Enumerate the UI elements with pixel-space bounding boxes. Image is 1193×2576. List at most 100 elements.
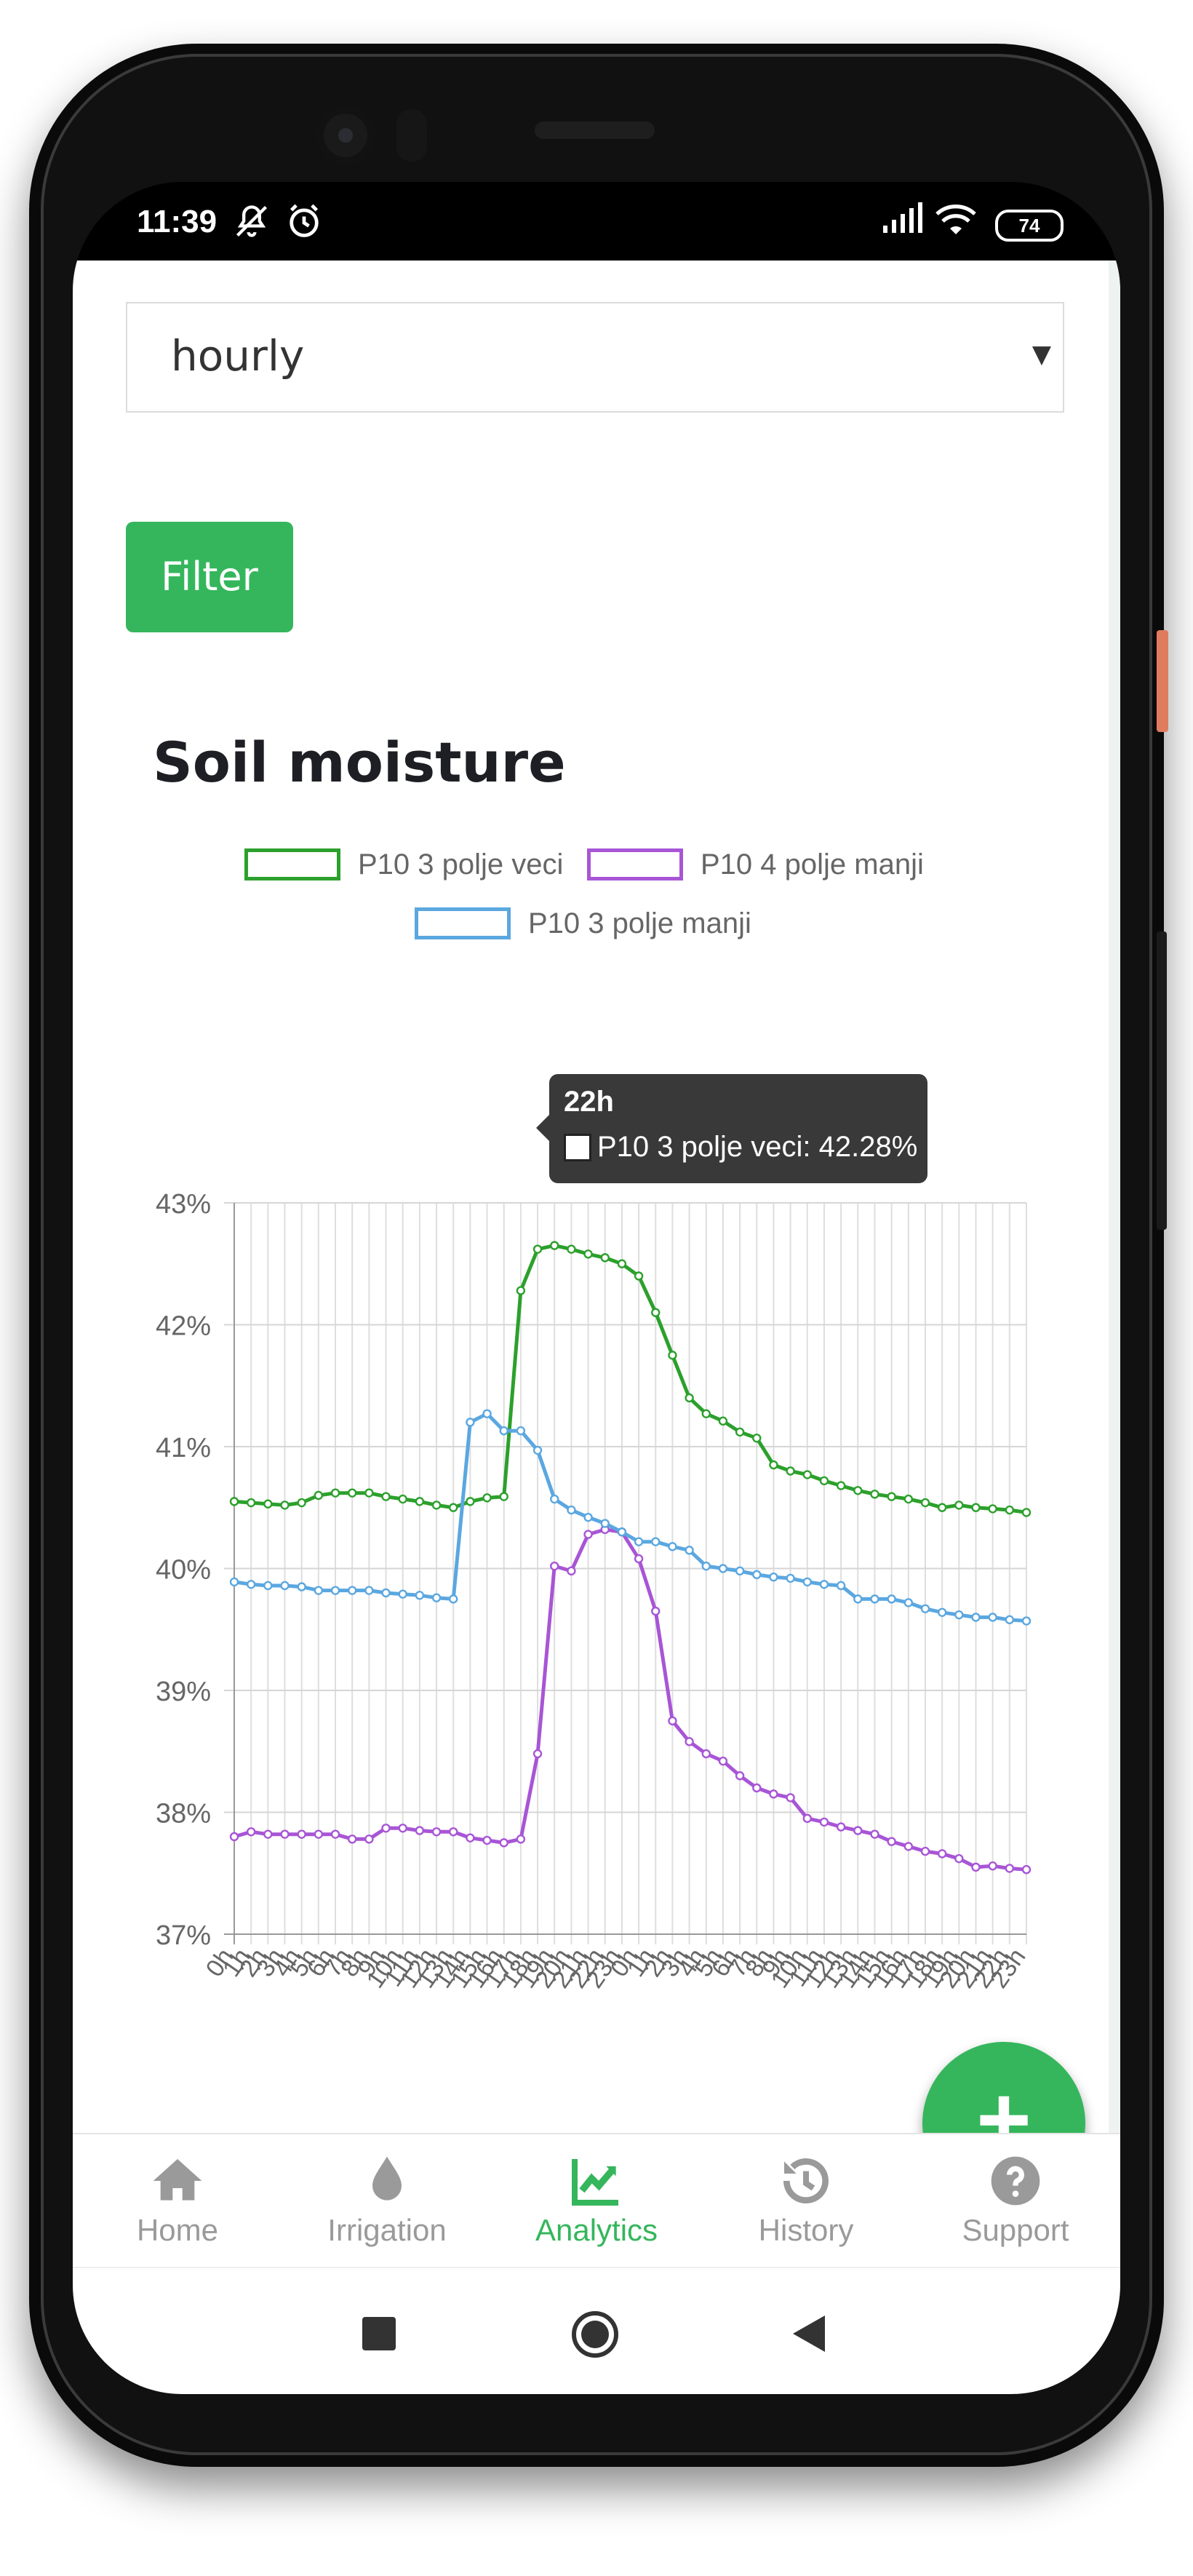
tooltip-text: P10 3 polje veci: 42.28% [597,1131,918,1163]
legend-swatch-series-2[interactable] [587,848,683,880]
series-3-point [668,1542,677,1551]
series-2-point [499,1838,508,1848]
interval-select[interactable]: hourly ▼ [126,302,1064,413]
y-tick-label: 39% [156,1677,211,1707]
x-tick-label: 9h [757,1944,795,1982]
series-line-1 [234,1244,1027,1514]
series-3-point [398,1589,407,1599]
series-2-point [280,1829,290,1839]
x-tick-label: 10h [362,1944,408,1993]
nav-item-analytics[interactable]: Analytics [492,2134,701,2268]
series-3-point [229,1577,239,1587]
series-1-point [415,1497,425,1506]
tooltip-arrow [536,1115,549,1141]
x-tick-label: 18h [496,1944,543,1993]
nav-item-history[interactable]: History [701,2134,911,2268]
series-2-point [971,1862,981,1872]
filter-button[interactable]: Filter [126,522,293,632]
x-tick-label: 22h [564,1944,610,1993]
screen: 11:39 74 hourly ▼ Filter Soil moisture P… [73,182,1120,2394]
series-1-point [398,1494,407,1504]
x-tick-label: 10h [766,1944,813,1993]
x-tick-label: 12h [799,1944,846,1993]
series-3-point [499,1426,508,1436]
series-2-point [937,1849,947,1859]
series-3-point [651,1537,661,1546]
wifi-icon [935,202,976,245]
series-3-point [246,1580,256,1589]
series-1-point [718,1416,728,1426]
x-tick-label: 0h [201,1944,239,1982]
series-1-point [246,1498,256,1508]
nav-item-irrigation[interactable]: Irrigation [282,2134,492,2268]
series-1-point [1021,1508,1032,1517]
x-tick-label: 15h [445,1944,492,1993]
series-3-point [1005,1615,1015,1625]
series-2-point [381,1824,391,1833]
series-2-point [701,1749,711,1759]
system-nav-bar [73,2267,1120,2394]
series-1-point [651,1308,661,1317]
series-3-point [583,1512,593,1522]
earpiece-speaker [535,122,655,139]
series-3-point [802,1577,812,1587]
series-line-2 [234,1527,1027,1872]
x-tick-label: 20h [530,1944,576,1993]
series-3-point [685,1546,694,1555]
nav-label-irrigation: Irrigation [327,2213,447,2247]
water-drop-icon [372,2156,402,2201]
series-2-point [870,1829,879,1839]
series-2-point [246,1827,256,1837]
series-1-point [617,1259,627,1268]
series-3-point [786,1573,795,1583]
series-3-point [449,1594,458,1604]
series-1-point [988,1504,997,1514]
back-icon[interactable] [793,2315,825,2352]
series-2-point [297,1829,306,1839]
series-2-point [1005,1864,1015,1873]
legend-swatch-series-1[interactable] [244,848,340,880]
x-tick-label: 6h [302,1944,340,1982]
series-3-point [314,1586,324,1595]
series-3-point [431,1593,442,1602]
series-1-point [887,1492,896,1501]
legend-label-series-3[interactable]: P10 3 polje manji [528,907,751,940]
recents-icon[interactable] [362,2317,396,2350]
series-2-point [769,1789,778,1799]
alarm-icon [285,202,323,248]
legend-label-series-2[interactable]: P10 4 polje manji [701,848,924,881]
series-2-point [617,1527,627,1537]
x-tick-label: 14h [833,1944,879,1993]
series-2-point [988,1861,997,1871]
nav-item-home[interactable]: Home [73,2134,282,2268]
series-3-point [381,1588,391,1598]
series-1-point [532,1244,543,1254]
x-tick-label: 11h [379,1944,424,1992]
home-circle-icon[interactable] [572,2311,618,2358]
nav-item-support[interactable]: Support [911,2134,1120,2268]
series-line-3 [234,1412,1027,1623]
series-1-point [314,1490,324,1500]
series-1-point [449,1503,458,1512]
series-3-point [466,1418,475,1427]
series-2-point [718,1756,728,1766]
series-3-point [819,1580,829,1589]
series-1-point [297,1498,306,1508]
series-2-point [229,1832,239,1842]
series-1-point [802,1470,812,1479]
series-1-point [330,1488,340,1498]
x-tick-label: 22h [968,1944,1015,1993]
series-1-point [920,1498,930,1508]
chart-tooltip: 22h P10 3 polje veci: 42.28% [549,1074,927,1183]
series-1-point [466,1497,475,1506]
analytics-page: hourly ▼ Filter Soil moisture P10 3 polj… [73,261,1120,2205]
series-2-point [836,1822,846,1832]
series-3-point [567,1505,576,1515]
chevron-down-icon: ▼ [1032,340,1051,369]
legend-swatch-series-3[interactable] [415,907,511,939]
series-2-point [583,1530,593,1539]
series-3-point [364,1586,374,1595]
series-2-point [600,1524,610,1535]
legend-label-series-1[interactable]: P10 3 polje veci [358,848,563,881]
series-1-point [600,1253,610,1263]
